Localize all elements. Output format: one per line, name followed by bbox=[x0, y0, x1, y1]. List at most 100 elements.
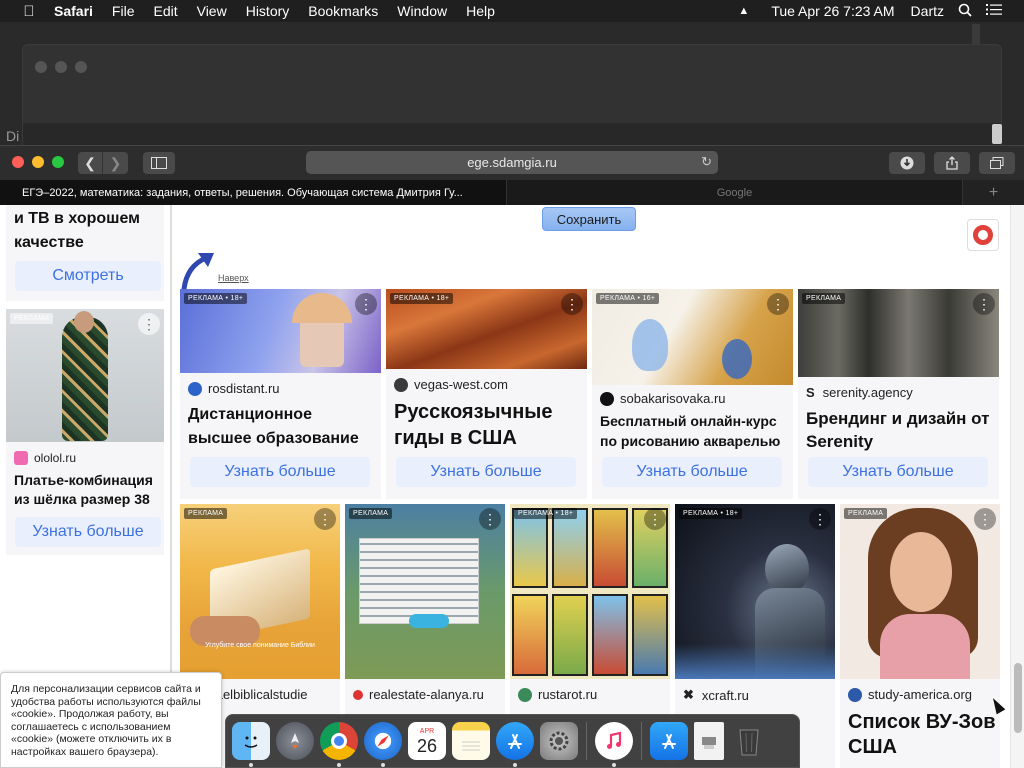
ad-card[interactable]: РЕКЛАМА ⋮ ololol.ru Платье-комбинация из… bbox=[6, 309, 164, 555]
ad-source[interactable]: study-america.org bbox=[848, 687, 972, 702]
more-options-icon[interactable]: ⋮ bbox=[644, 508, 666, 530]
menu-edit[interactable]: Edit bbox=[153, 3, 177, 19]
ad-source[interactable]: Sserenity.agency bbox=[806, 385, 913, 400]
music-icon[interactable] bbox=[595, 722, 633, 767]
eject-icon[interactable]: ▲ bbox=[738, 5, 749, 17]
learn-more-button[interactable]: Узнать больше bbox=[15, 517, 161, 547]
ad-image[interactable]: Углубите свое понимание Библии РЕКЛАМА ⋮ bbox=[180, 504, 340, 679]
clock[interactable]: Tue Apr 26 7:23 AM bbox=[771, 3, 894, 19]
apple-menu-icon[interactable]:  bbox=[18, 3, 40, 20]
ad-image[interactable]: РЕКЛАМА • 18+ ⋮ bbox=[180, 289, 381, 373]
document-icon[interactable] bbox=[694, 722, 724, 760]
user-name[interactable]: Dartz bbox=[911, 3, 944, 19]
address-bar[interactable]: ege.sdamgia.ru ↻ bbox=[306, 151, 718, 174]
back-button[interactable]: ❮ bbox=[78, 152, 103, 174]
up-arrow-icon[interactable] bbox=[178, 249, 218, 291]
spotlight-search-icon[interactable] bbox=[958, 3, 972, 20]
ad-card[interactable]: и ТВ в хорошем качестве Смотреть bbox=[6, 205, 164, 301]
ad-image[interactable]: РЕКЛАМА ⋮ bbox=[345, 504, 505, 679]
ad-image[interactable]: РЕКЛАМА • 18+ ⋮ bbox=[386, 289, 587, 369]
ad-source[interactable]: ✖ xcraft.ru bbox=[683, 687, 749, 703]
launchpad-icon[interactable] bbox=[276, 722, 314, 760]
sidebar-toggle-button[interactable] bbox=[143, 152, 175, 174]
more-options-icon[interactable]: ⋮ bbox=[479, 508, 501, 530]
ad-source[interactable]: vegas-west.com bbox=[394, 377, 508, 392]
ad-card[interactable]: РЕКЛАМА • 16+ ⋮ sobakarisovaka.ru Беспла… bbox=[592, 289, 793, 499]
menu-bookmarks[interactable]: Bookmarks bbox=[308, 3, 378, 19]
new-tab-button[interactable]: + bbox=[962, 180, 1024, 205]
save-button[interactable]: Сохранить bbox=[542, 207, 636, 231]
ad-source[interactable]: ololol.ru bbox=[14, 451, 76, 465]
background-window: Di bbox=[0, 22, 1024, 149]
more-options-icon[interactable]: ⋮ bbox=[973, 293, 995, 315]
menu-bar:  Safari File Edit View History Bookmark… bbox=[0, 0, 1024, 22]
more-options-icon[interactable]: ⋮ bbox=[314, 508, 336, 530]
ad-card[interactable]: РЕКЛАМА ⋮ Sserenity.agency Брендинг и ди… bbox=[798, 289, 999, 499]
more-options-icon[interactable]: ⋮ bbox=[809, 508, 831, 530]
learn-more-button[interactable]: Узнать больше bbox=[190, 457, 370, 487]
app-store-folder-icon[interactable] bbox=[650, 722, 688, 760]
ad-card[interactable]: РЕКЛАМА ⋮ study-america.org Список ВУ-Зо… bbox=[840, 504, 1000, 768]
learn-more-button[interactable]: Узнать больше bbox=[396, 457, 576, 487]
learn-more-button[interactable]: Узнать больше bbox=[808, 457, 988, 487]
tab-ege[interactable]: ЕГЭ–2022, математика: задания, ответы, р… bbox=[0, 180, 506, 205]
ad-image[interactable]: РЕКЛАМА • 18+ ⋮ bbox=[675, 504, 835, 679]
ad-card[interactable]: РЕКЛАМА • 18+ ⋮ vegas-west.com Русскоязы… bbox=[386, 289, 587, 499]
notes-icon[interactable] bbox=[452, 722, 490, 760]
ad-card[interactable]: РЕКЛАМА • 18+ ⋮ rosdistant.ru Дистанцион… bbox=[180, 289, 381, 499]
menu-help[interactable]: Help bbox=[466, 3, 495, 19]
minimize-window-button[interactable] bbox=[32, 156, 44, 168]
close-window-button[interactable] bbox=[12, 156, 24, 168]
reload-icon[interactable]: ↻ bbox=[701, 154, 712, 170]
ad-image[interactable]: РЕКЛАМА • 16+ ⋮ bbox=[592, 289, 793, 385]
chrome-icon[interactable] bbox=[320, 722, 358, 767]
more-options-icon[interactable]: ⋮ bbox=[355, 293, 377, 315]
menu-window[interactable]: Window bbox=[397, 3, 447, 19]
ad-badge: РЕКЛАМА • 18+ bbox=[390, 293, 454, 304]
app-store-icon[interactable] bbox=[496, 722, 534, 767]
safari-icon[interactable] bbox=[364, 722, 402, 767]
menu-history[interactable]: History bbox=[246, 3, 290, 19]
menu-safari[interactable]: Safari bbox=[54, 3, 93, 19]
ad-image[interactable]: РЕКЛАМА ⋮ bbox=[798, 289, 999, 377]
lifebuoy-icon bbox=[973, 225, 993, 245]
more-options-icon[interactable]: ⋮ bbox=[138, 313, 160, 335]
downloads-button[interactable] bbox=[889, 152, 925, 174]
ad-title: и ТВ в хорошем качестве bbox=[14, 210, 141, 251]
tab-google[interactable]: Google bbox=[506, 180, 962, 205]
ad-title: Дистанционное высшее образование bbox=[188, 406, 359, 447]
scroll-thumb[interactable] bbox=[1014, 663, 1022, 733]
background-scroll-thumb bbox=[992, 124, 1002, 144]
finder-icon[interactable] bbox=[232, 722, 270, 767]
help-lifebuoy-button[interactable] bbox=[967, 219, 999, 251]
background-window-frame bbox=[22, 44, 1002, 149]
ad-source[interactable]: rustarot.ru bbox=[518, 687, 597, 702]
ad-source[interactable]: rosdistant.ru bbox=[188, 381, 280, 396]
more-options-icon[interactable]: ⋮ bbox=[561, 293, 583, 315]
ad-image[interactable]: РЕКЛАМА ⋮ bbox=[6, 309, 164, 442]
calendar-icon[interactable]: APR 26 bbox=[408, 722, 446, 760]
menu-file[interactable]: File bbox=[112, 3, 135, 19]
forward-button[interactable]: ❯ bbox=[103, 152, 128, 174]
ad-source[interactable]: sobakarisovaka.ru bbox=[600, 391, 726, 406]
zoom-window-button[interactable] bbox=[52, 156, 64, 168]
rosdistant-favicon-icon bbox=[188, 381, 202, 396]
trash-icon[interactable] bbox=[730, 722, 768, 760]
system-preferences-icon[interactable] bbox=[540, 722, 578, 760]
watch-button[interactable]: Смотреть bbox=[15, 261, 161, 291]
back-to-top-link[interactable]: Наверх bbox=[218, 273, 249, 283]
ad-image[interactable]: РЕКЛАМА ⋮ bbox=[840, 504, 1000, 679]
safari-toolbar: ❮ ❯ ege.sdamgia.ru ↻ bbox=[0, 145, 1024, 180]
ad-source[interactable]: realestate-alanya.ru bbox=[353, 687, 484, 702]
menu-view[interactable]: View bbox=[197, 3, 227, 19]
tab-overview-button[interactable] bbox=[979, 152, 1015, 174]
more-options-icon[interactable]: ⋮ bbox=[767, 293, 789, 315]
notification-center-icon[interactable] bbox=[986, 3, 1002, 19]
share-button[interactable] bbox=[934, 152, 970, 174]
more-options-icon[interactable]: ⋮ bbox=[974, 508, 996, 530]
background-scrollbar bbox=[972, 24, 980, 44]
learn-more-button[interactable]: Узнать больше bbox=[602, 457, 782, 487]
ad-image[interactable]: РЕКЛАМА • 18+ ⋮ bbox=[510, 504, 670, 679]
page-scrollbar[interactable] bbox=[1010, 205, 1024, 768]
rustarot-favicon-icon bbox=[518, 687, 532, 702]
